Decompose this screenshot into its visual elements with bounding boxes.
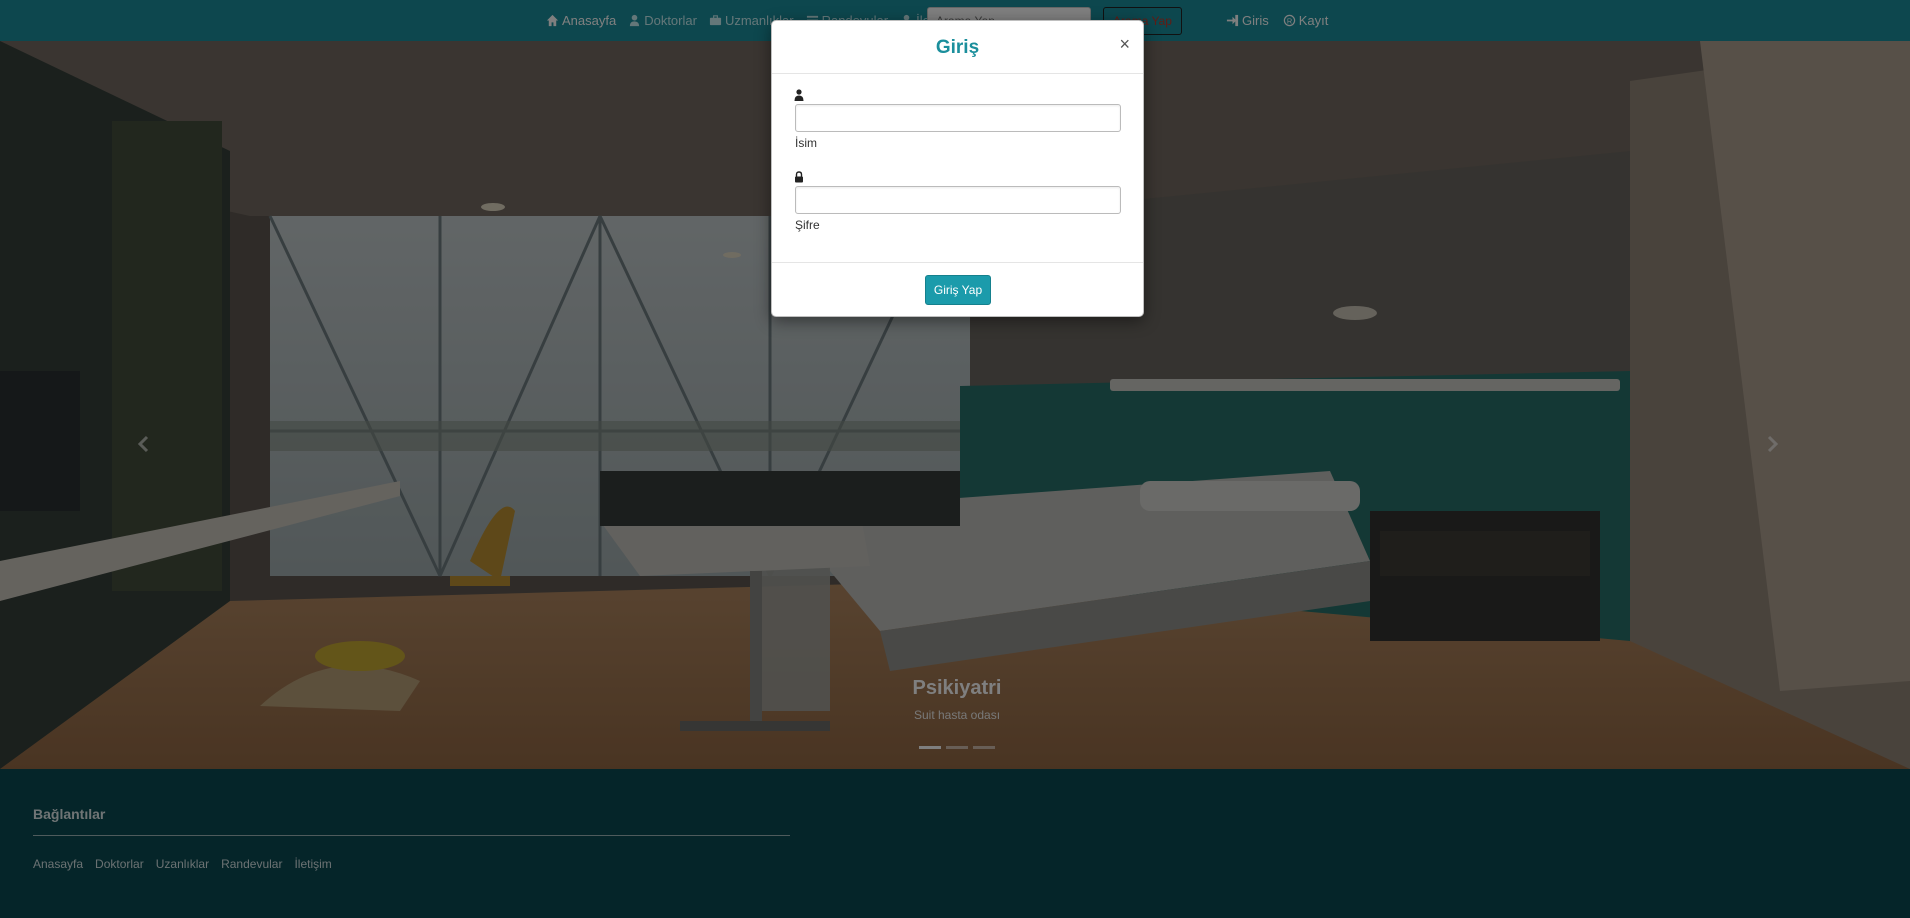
modal-title: Giriş [935,37,980,58]
login-modal: Giriş × İsim Şifre Giriş Yap [771,20,1144,317]
password-label: Şifre [795,218,820,232]
password-input[interactable] [795,186,1121,214]
username-label: İsim [795,136,817,150]
user-icon [794,89,804,101]
close-button[interactable]: × [1119,35,1130,53]
login-submit-button[interactable]: Giriş Yap [925,275,991,305]
modal-header: Giriş × [772,21,1143,74]
modal-footer-divider [772,262,1143,263]
username-input[interactable] [795,104,1121,132]
lock-icon [795,171,803,183]
